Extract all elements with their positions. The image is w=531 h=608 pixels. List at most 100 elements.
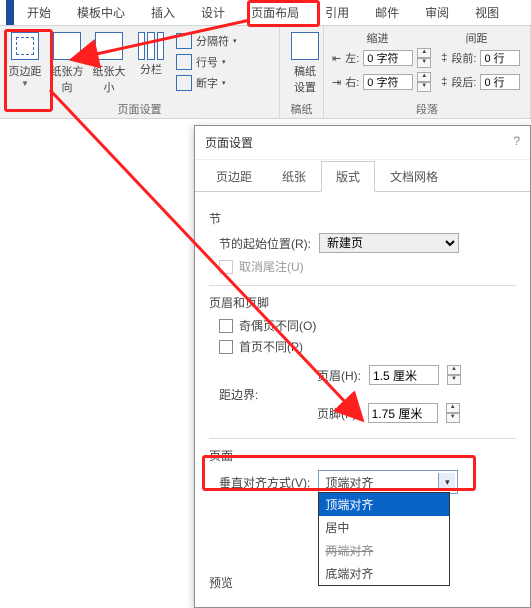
dlg-tab-layout[interactable]: 版式 [321,161,375,192]
chevron-down-icon: ▾ [438,473,455,491]
tab-design[interactable]: 设计 [188,0,238,25]
headers-heading: 页眉和页脚 [209,294,516,311]
section-start-label: 节的起始位置(R): [219,235,311,252]
spacing-before-label: 段前: [451,50,476,66]
indent-left-label: 左: [345,50,359,66]
spacing-heading: 间距 [466,30,488,46]
section-start-select[interactable]: 新建页 [319,233,459,253]
separator-icon [176,33,192,49]
indent-left-input[interactable] [363,50,413,66]
tab-layout[interactable]: 页面布局 [238,0,312,25]
chevron-down-icon: ▼ [21,79,29,88]
valign-option-bottom[interactable]: 底端对齐 [319,562,449,585]
tab-start[interactable]: 开始 [14,0,64,25]
hyphenation-icon [176,75,192,91]
indent-left-spin[interactable]: ▲▼ [417,48,431,68]
separator-button[interactable]: 分隔符▾ [172,32,252,50]
dialog-body: 节 节的起始位置(R): 新建页 取消尾注(U) 页眉和页脚 奇偶页不同(O) … [195,192,530,607]
valign-dropdown[interactable]: 顶端对齐 ▾ 顶端对齐 居中 两端对齐 底端对齐 [318,470,458,494]
group-page-setup-title: 页面设置 [0,101,279,117]
indent-heading: 缩进 [367,30,389,46]
line-numbers-button[interactable]: 行号▾ [172,53,252,71]
line-numbers-label: 行号 [196,54,218,70]
group-page-setup: 页边距 ▼ 纸张方向 纸张大小 分栏 分隔符▾ 行号▾ 断字▾ 页面设置 [0,26,280,118]
header-distance-label: 页眉(H): [317,367,361,384]
spacing-before-icon: ‡ [441,52,447,64]
indent-right-input[interactable] [363,74,413,90]
size-label: 纸张大小 [88,63,130,95]
suppress-endnotes-checkbox: 取消尾注(U) [209,258,516,275]
tab-reference[interactable]: 引用 [312,0,362,25]
line-numbers-icon [176,54,192,70]
tab-insert[interactable]: 插入 [138,0,188,25]
valign-option-justify[interactable]: 两端对齐 [319,539,449,562]
indent-right-icon: ⇥ [332,76,341,89]
page-margins-button[interactable]: 页边距 ▼ [4,30,46,102]
columns-label: 分栏 [140,61,162,77]
valign-option-top[interactable]: 顶端对齐 [319,493,449,516]
group-paragraph: 缩进 间距 ⇤ 左: ▲▼ ‡ 段前: ⇥ 右: ▲▼ ‡ 段后: 段落 [324,26,531,118]
orientation-icon [53,32,81,60]
tab-mail[interactable]: 邮件 [362,0,412,25]
spacing-before-input[interactable] [480,50,520,66]
ribbon: 页边距 ▼ 纸张方向 纸张大小 分栏 分隔符▾ 行号▾ 断字▾ 页面设置 [0,26,531,119]
valign-option-center[interactable]: 居中 [319,516,449,539]
ribbon-tabs: 开始 模板中心 插入 设计 页面布局 引用 邮件 审阅 视图 [0,0,531,26]
page-setup-dialog: 页面设置 ? 页边距 纸张 版式 文档网格 节 节的起始位置(R): 新建页 取… [194,125,531,608]
indent-right-row: ⇥ 右: ▲▼ ‡ 段后: [328,70,526,94]
dlg-tab-margins[interactable]: 页边距 [201,161,267,192]
dialog-title: 页面设置 [205,134,253,151]
gaoben-icon [291,32,319,60]
tab-view[interactable]: 视图 [462,0,512,25]
footer-distance-label: 页脚(F): [317,405,360,422]
orientation-button[interactable]: 纸张方向 [46,30,88,102]
group-gaoben-title: 稿纸 [280,101,323,117]
indent-left-icon: ⇤ [332,52,341,65]
spacing-after-label: 段后: [451,74,476,90]
size-button[interactable]: 纸张大小 [88,30,130,102]
valign-label: 垂直对齐方式(V): [219,474,310,491]
odd-even-checkbox[interactable]: 奇偶页不同(O) [209,317,516,334]
separator-label: 分隔符 [196,33,229,49]
checkbox-box [219,260,233,274]
page-heading: 页面 [209,447,516,464]
dialog-titlebar: 页面设置 ? [195,126,530,160]
tab-template[interactable]: 模板中心 [64,0,138,25]
columns-button[interactable]: 分栏 [130,30,172,102]
footer-distance-input[interactable] [368,403,438,423]
indent-right-spin[interactable]: ▲▼ [417,72,431,92]
header-distance-input[interactable] [369,365,439,385]
size-icon [95,32,123,60]
group-paragraph-title: 段落 [324,101,530,117]
file-tab-edge [6,0,14,25]
spacing-after-input[interactable] [480,74,520,90]
dlg-tab-paper[interactable]: 纸张 [267,161,321,192]
hyphenation-label: 断字 [196,75,218,91]
section-heading: 节 [209,210,516,227]
first-page-checkbox[interactable]: 首页不同(P) [209,338,516,355]
indent-right-label: 右: [345,74,359,90]
spacing-after-icon: ‡ [441,76,447,88]
distance-label: 距边界: [219,386,279,403]
group-gaoben: 稿纸 设置 稿纸 [280,26,324,118]
valign-selected-value: 顶端对齐 [325,474,373,491]
orientation-label: 纸张方向 [46,63,88,95]
header-distance-spin[interactable]: ▲▼ [447,365,461,385]
dialog-tabs: 页边距 纸张 版式 文档网格 [195,160,530,192]
hyphenation-button[interactable]: 断字▾ [172,74,252,92]
odd-even-label: 奇偶页不同(O) [239,317,316,334]
columns-icon [138,32,164,58]
checkbox-box [219,340,233,354]
gaoben-label: 稿纸 设置 [294,63,316,95]
gaoben-button[interactable]: 稿纸 设置 [284,30,326,102]
valign-options-list: 顶端对齐 居中 两端对齐 底端对齐 [318,492,450,586]
dialog-help-icon[interactable]: ? [513,134,520,151]
dlg-tab-grid[interactable]: 文档网格 [375,161,453,192]
page-margins-label: 页边距 [9,63,42,79]
footer-distance-spin[interactable]: ▲▼ [446,403,460,423]
tab-review[interactable]: 审阅 [412,0,462,25]
checkbox-box [219,319,233,333]
first-page-label: 首页不同(P) [239,338,303,355]
page-margin-icon [11,32,39,60]
suppress-endnotes-label: 取消尾注(U) [239,258,304,275]
